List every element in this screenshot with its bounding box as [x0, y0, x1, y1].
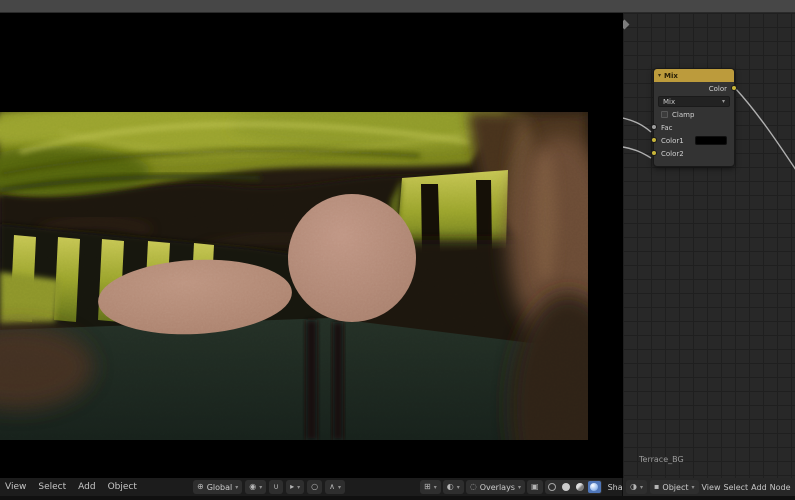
3d-viewport[interactable] — [0, 13, 621, 478]
snap-target-dropdown[interactable]: ▸ ▾ — [286, 480, 305, 494]
snap-toggle[interactable]: ∪ — [269, 480, 284, 494]
shading-solid-button[interactable] — [560, 481, 573, 493]
mix-node-header[interactable]: ▾ Mix — [654, 69, 734, 82]
falloff-dropdown[interactable]: ∧ ▾ — [325, 480, 345, 494]
fac-row: Fac — [651, 121, 734, 134]
xray-icon: ▣ — [531, 482, 539, 491]
shading-wireframe-button[interactable] — [546, 481, 559, 493]
menu-select[interactable]: Select — [38, 482, 66, 492]
clamp-checkbox[interactable] — [661, 111, 668, 118]
pivot-icon: ◉ — [249, 482, 257, 491]
color2-input-socket[interactable] — [651, 150, 657, 156]
shading-label: Shading — [607, 482, 622, 492]
gizmo-dropdown[interactable]: ⊞ ▾ — [420, 480, 441, 494]
color1-input-socket[interactable] — [651, 137, 657, 143]
shader-mode-dropdown[interactable]: ▪ Object ▾ — [650, 480, 699, 494]
proportional-icon: ○ — [311, 482, 319, 491]
color1-swatch[interactable] — [695, 136, 727, 145]
overlays-sphere-icon: ◌ — [469, 482, 477, 491]
orientation-dropdown[interactable]: ⊕ Global ▾ — [193, 480, 243, 494]
transform-controls: ⊕ Global ▾ ◉ ▾ ∪ ▸ ▾ ○ ∧ ▾ — [193, 480, 345, 494]
color2-label: Color2 — [661, 149, 684, 158]
clamp-label: Clamp — [672, 110, 695, 119]
chevron-down-icon: ▾ — [433, 483, 437, 491]
chevron-down-icon: ▾ — [297, 483, 301, 491]
mode-dot-icon: ▪ — [654, 482, 660, 491]
menu-add[interactable]: Add — [78, 482, 95, 492]
blend-mode-dropdown[interactable]: Mix ▾ — [658, 96, 730, 107]
snap-target-icon: ▸ — [290, 482, 295, 491]
bottom-strip — [0, 496, 795, 500]
falloff-icon: ∧ — [329, 482, 335, 491]
node-menu-add[interactable]: Add — [751, 483, 767, 492]
top-title-bar — [0, 0, 795, 13]
node-menu-select[interactable]: Select — [723, 483, 748, 492]
orientation-label: Global — [206, 482, 233, 492]
editor-type-icon: ◑ — [630, 482, 637, 491]
shading-dropdown[interactable]: Shading ▾ — [604, 480, 622, 494]
object-types-dropdown[interactable]: ◐ ▾ — [442, 480, 464, 494]
object-types-icon: ◐ — [446, 482, 454, 491]
orientation-icon: ⊕ — [197, 482, 204, 491]
node-editor-header: ◑ ▾ ▪ Object ▾ View Select Add Node — [622, 478, 795, 496]
overlays-label: Overlays — [479, 482, 515, 492]
viewport-menus: View Select Add Object — [5, 478, 137, 496]
mix-node[interactable]: ▾ Mix Color Mix ▾ Clamp Fac Color1 Color… — [651, 68, 737, 167]
chevron-down-icon: ▾ — [235, 483, 239, 491]
color1-row: Color1 — [651, 134, 734, 147]
viewport-header: View Select Add Object ⊕ Global ▾ ◉ ▾ ∪ — [0, 478, 622, 496]
shading-mode-group — [544, 480, 602, 494]
rendered-scene — [0, 112, 588, 440]
color-output-socket[interactable] — [731, 85, 737, 91]
proportional-edit-toggle[interactable]: ○ — [307, 480, 323, 494]
display-controls: ⊞ ▾ ◐ ▾ ◌ Overlays ▾ ▣ Sha — [420, 480, 622, 494]
shading-material-button[interactable] — [574, 481, 587, 493]
magnet-icon: ∪ — [273, 482, 280, 491]
chevron-down-icon: ▾ — [259, 483, 263, 491]
chevron-down-icon: ▾ — [517, 483, 521, 491]
editor-type-dropdown[interactable]: ◑ ▾ — [626, 480, 647, 494]
chevron-down-icon: ▾ — [639, 483, 643, 491]
gizmo-icon: ⊞ — [424, 482, 431, 491]
workspace: ▾ Mix Color Mix ▾ Clamp Fac Color1 Color… — [0, 13, 795, 478]
xray-toggle[interactable]: ▣ — [527, 480, 543, 494]
blender-window: ▾ Mix Color Mix ▾ Clamp Fac Color1 Color… — [0, 0, 795, 500]
mode-label: Object — [662, 482, 689, 492]
chevron-down-icon: ▾ — [337, 483, 341, 491]
chevron-down-icon: ▾ — [721, 98, 725, 105]
pivot-dropdown[interactable]: ◉ ▾ — [245, 480, 267, 494]
output-row: Color — [654, 82, 737, 95]
menu-object[interactable]: Object — [108, 482, 137, 492]
node-menu-node[interactable]: Node — [770, 483, 791, 492]
area-corner-widget[interactable] — [623, 19, 630, 30]
color2-row: Color2 — [651, 147, 734, 160]
blend-mode-value: Mix — [663, 97, 676, 106]
node-menu-view[interactable]: View — [702, 483, 721, 492]
editor-headers: View Select Add Object ⊕ Global ▾ ◉ ▾ ∪ — [0, 478, 795, 496]
overlays-dropdown[interactable]: ◌ Overlays ▾ — [465, 480, 525, 494]
chevron-down-icon: ▾ — [691, 483, 695, 491]
shading-rendered-button[interactable] — [587, 481, 601, 493]
fac-label: Fac — [661, 123, 673, 132]
node-editor[interactable]: ▾ Mix Color Mix ▾ Clamp Fac Color1 Color… — [622, 13, 795, 478]
chevron-down-icon: ▾ — [456, 483, 460, 491]
clamp-row: Clamp — [654, 108, 734, 121]
node-title: Mix — [664, 71, 678, 80]
collapse-icon[interactable]: ▾ — [658, 72, 661, 79]
output-label: Color — [708, 84, 727, 93]
texture-datablock-name: Terrace_BG — [639, 455, 684, 464]
menu-view[interactable]: View — [5, 482, 26, 492]
fac-input-socket[interactable] — [651, 124, 657, 130]
color1-label: Color1 — [661, 136, 684, 145]
